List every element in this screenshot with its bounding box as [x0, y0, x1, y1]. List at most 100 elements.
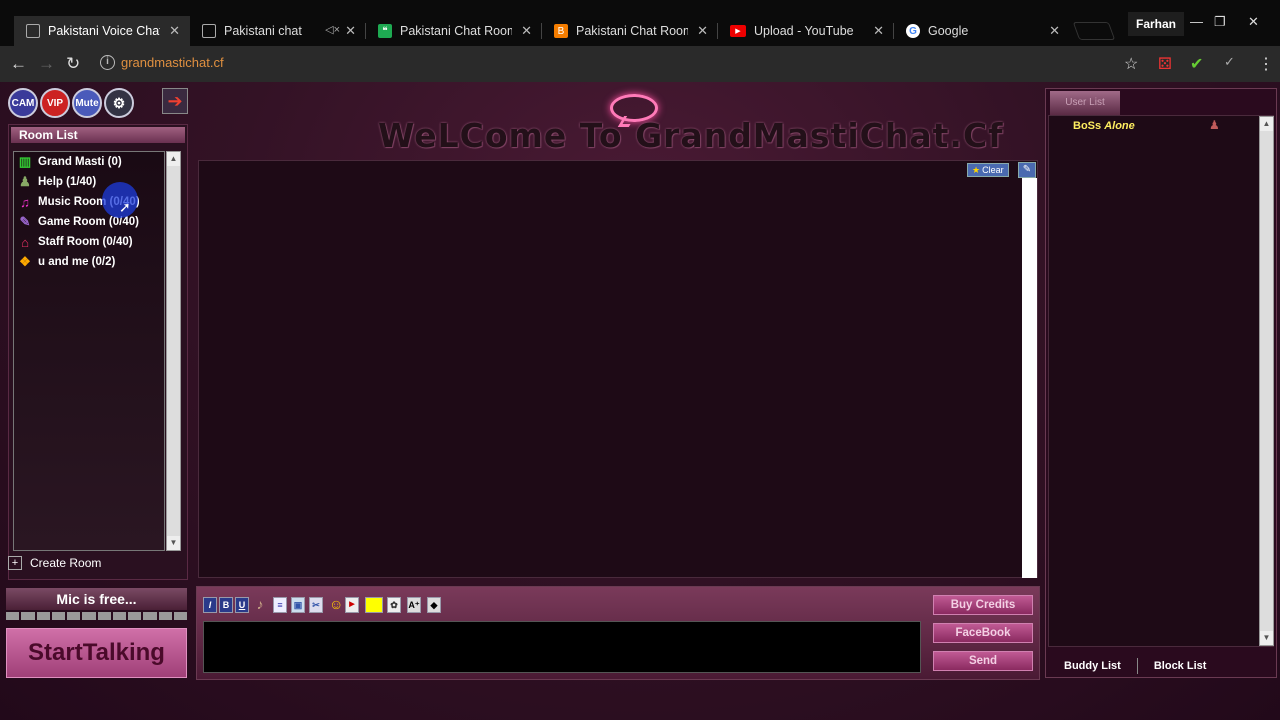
- browser-tab-bar: Pakistani Voice Chat | ✕ Pakistani chat …: [0, 0, 1280, 46]
- extension-dice-icon[interactable]: ⚄: [1158, 54, 1172, 74]
- tab-title: Pakistani Chat Rooms: [576, 24, 688, 38]
- exit-icon[interactable]: ➔: [162, 88, 188, 114]
- room-item-help[interactable]: ♟ Help (1/40): [14, 172, 164, 192]
- close-window-icon[interactable]: ✕: [1248, 14, 1259, 30]
- room-label: Game Room (0/40): [38, 216, 139, 228]
- tab-google[interactable]: G Google ✕: [894, 16, 1070, 46]
- create-room-label: Create Room: [30, 556, 102, 570]
- room-item-music[interactable]: ♫ Music Room (0/40): [14, 192, 164, 212]
- clear-button[interactable]: ★ Clear: [967, 163, 1009, 177]
- send-button[interactable]: Send: [933, 651, 1033, 671]
- buy-credits-button[interactable]: Buy Credits: [933, 595, 1033, 615]
- minimize-icon[interactable]: —: [1190, 14, 1203, 29]
- restore-icon[interactable]: ❐: [1214, 14, 1226, 30]
- tab-pakistani-voice-chat[interactable]: Pakistani Voice Chat | ✕: [14, 16, 190, 46]
- user-list-scrollbar[interactable]: ▲ ▼: [1259, 116, 1274, 646]
- tab-pakistani-chat-rooms[interactable]: B Pakistani Chat Rooms ✕: [542, 16, 718, 46]
- info-icon[interactable]: i: [100, 55, 115, 70]
- google-icon: G: [906, 24, 920, 38]
- scroll-down-icon[interactable]: ▼: [1260, 631, 1273, 645]
- back-icon[interactable]: ←: [10, 54, 27, 74]
- room-label: u and me (0/2): [38, 256, 116, 268]
- person-icon: ♟: [19, 174, 31, 189]
- scroll-up-icon[interactable]: ▲: [167, 152, 180, 166]
- gamepad-icon: ✎: [19, 214, 31, 229]
- close-icon[interactable]: ✕: [169, 23, 180, 39]
- user-list-tab[interactable]: User List: [1050, 91, 1120, 115]
- vip-button[interactable]: VIP: [40, 88, 70, 118]
- guitar-icon[interactable]: ♪: [253, 597, 267, 613]
- hangouts-icon: ❝: [378, 24, 392, 38]
- forward-icon[interactable]: →: [38, 54, 55, 74]
- gift-icon: ❖: [19, 254, 31, 269]
- tab-title: Upload - YouTube: [754, 24, 854, 38]
- scroll-up-icon[interactable]: ▲: [1260, 117, 1273, 131]
- font-size-icon[interactable]: A⁺: [407, 597, 421, 613]
- image-icon[interactable]: ▣: [291, 597, 305, 613]
- mic-status: Mic is free...: [6, 588, 187, 610]
- room-item-grand-masti[interactable]: ▥ Grand Masti (0): [14, 152, 164, 172]
- mic-level-meter: [6, 612, 187, 620]
- buddy-list-button[interactable]: Buddy List: [1048, 660, 1137, 672]
- tab-pakistani-chat-room[interactable]: ❝ Pakistani Chat Room ✕: [366, 16, 542, 46]
- italic-button[interactable]: I: [203, 597, 217, 613]
- muted-speaker-icon[interactable]: ◁×: [325, 23, 340, 36]
- building-icon: ▥: [18, 154, 32, 169]
- url-field[interactable]: grandmastichat.cf: [121, 55, 224, 70]
- start-talking-button[interactable]: StartTalking: [6, 628, 187, 678]
- plus-icon: +: [8, 556, 22, 570]
- close-icon[interactable]: ✕: [697, 23, 708, 39]
- room-panel: Room List ▥ Grand Masti (0) ♟ Help (1/40…: [8, 124, 188, 580]
- chat-scrollbar[interactable]: [1022, 178, 1037, 578]
- reload-icon[interactable]: ↻: [66, 54, 80, 74]
- welcome-banner: WeLCome To GrandMastiChat.Cf: [378, 116, 1004, 155]
- tab-title: Pakistani Voice Chat |: [48, 24, 160, 38]
- user-panel-footer: Buddy List Block List: [1048, 655, 1274, 677]
- room-item-staff[interactable]: ⌂ Staff Room (0/40): [14, 232, 164, 252]
- room-list: ▥ Grand Masti (0) ♟ Help (1/40) ♫ Music …: [13, 151, 165, 551]
- menu-icon[interactable]: ⋮: [1258, 54, 1274, 74]
- profile-name[interactable]: Farhan: [1128, 12, 1185, 36]
- tab-title: Google: [928, 24, 969, 38]
- user-item[interactable]: BoSs Alone: [1073, 120, 1135, 132]
- settings-gear-icon[interactable]: ⚙: [104, 88, 134, 118]
- brush-icon[interactable]: ✿: [387, 597, 401, 613]
- youtube-icon[interactable]: ▶: [345, 597, 359, 613]
- new-tab-button[interactable]: [1072, 22, 1116, 40]
- mute-button[interactable]: Mute: [72, 88, 102, 118]
- block-list-button[interactable]: Block List: [1138, 660, 1223, 672]
- tab-pakistani-chat[interactable]: Pakistani chat ◁× ✕: [190, 16, 366, 46]
- close-icon[interactable]: ✕: [521, 23, 532, 39]
- cursor-pointer-icon: ➚: [119, 199, 131, 215]
- color-picker-icon[interactable]: [365, 597, 383, 613]
- eraser-icon[interactable]: ✎: [1018, 162, 1036, 178]
- message-input-panel: I B U ♪ ≡ ▣ ✂ ☺ ▶ ✿ A⁺ ◆ Buy Credits Fac…: [196, 586, 1040, 680]
- page-icon: [26, 24, 40, 38]
- room-list-scrollbar[interactable]: ▲ ▼: [166, 151, 181, 551]
- underline-button[interactable]: U: [235, 597, 249, 613]
- close-icon[interactable]: ✕: [1049, 23, 1060, 39]
- cam-button[interactable]: CAM: [8, 88, 38, 118]
- room-item-game[interactable]: ✎ Game Room (0/40): [14, 212, 164, 232]
- create-room-button[interactable]: + Create Room: [8, 556, 101, 570]
- user-name: BoSs: [1073, 120, 1102, 132]
- close-icon[interactable]: ✕: [873, 23, 884, 39]
- page-icon: [202, 24, 216, 38]
- document-icon[interactable]: ≡: [273, 597, 287, 613]
- extension-tick-icon[interactable]: ✓: [1224, 54, 1235, 70]
- bookmark-star-icon[interactable]: ☆: [1124, 54, 1138, 74]
- room-item-u-and-me[interactable]: ❖ u and me (0/2): [14, 252, 164, 272]
- extension-check-icon[interactable]: ✔: [1190, 54, 1203, 74]
- facebook-button[interactable]: FaceBook: [933, 623, 1033, 643]
- attach-icon[interactable]: ✂: [309, 597, 323, 613]
- tab-upload-youtube[interactable]: ▶ Upload - YouTube ✕: [718, 16, 894, 46]
- star-icon: ★: [972, 164, 981, 175]
- message-input[interactable]: [203, 621, 921, 673]
- speech-icon[interactable]: ◆: [427, 597, 441, 613]
- room-label: Grand Masti (0): [38, 156, 122, 168]
- scroll-down-icon[interactable]: ▼: [167, 536, 180, 550]
- bold-button[interactable]: B: [219, 597, 233, 613]
- room-list-header: Room List: [11, 127, 185, 143]
- smiley-icon[interactable]: ☺: [329, 597, 343, 613]
- close-icon[interactable]: ✕: [345, 23, 356, 39]
